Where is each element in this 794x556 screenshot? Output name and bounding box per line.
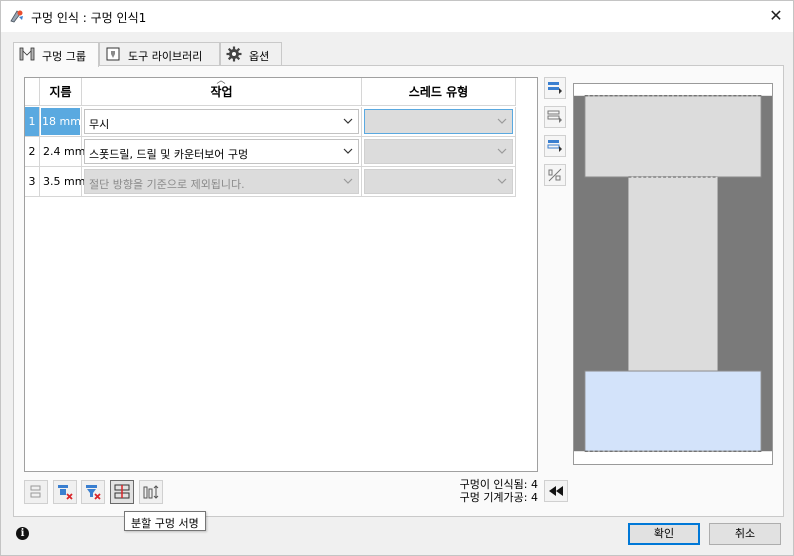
delete-filter-icon xyxy=(58,485,73,500)
row-number-header xyxy=(25,78,40,106)
operation-dropdown: 절단 방향을 기준으로 제외됩니다. xyxy=(84,169,359,194)
operation-cell: 무시 xyxy=(82,107,362,137)
operation-dropdown[interactable]: 스폿드릴, 드릴 및 카운터보어 구멍 xyxy=(84,139,359,164)
sort-up-icon: ︿ xyxy=(216,76,226,86)
bar-adjust-button[interactable] xyxy=(139,480,163,504)
rewind-icon xyxy=(549,486,563,496)
operation-header[interactable]: ︿ 작업 xyxy=(82,76,362,106)
delete-filter-button[interactable] xyxy=(53,480,77,504)
thread-dropdown xyxy=(364,169,513,194)
tab-options[interactable]: 옵션 xyxy=(220,42,282,66)
holes-machinable-count: 구멍 기계가공: 4 xyxy=(459,491,538,504)
row-number: 2 xyxy=(25,137,40,167)
diameter-cell[interactable]: 18 mm xyxy=(40,107,82,137)
chevron-down-icon xyxy=(343,178,353,184)
split-hole-signature-button[interactable] xyxy=(110,480,134,504)
thread-cell xyxy=(362,167,516,197)
thread-cell xyxy=(362,107,516,137)
hole-group-table: 지름 ︿ 작업 스레드 유형 1 18 mm 무시 2 2.4 mm 스폿드릴,… xyxy=(24,76,538,472)
diameter-cell[interactable]: 3.5 mm xyxy=(40,167,85,197)
tab-label: 옵션 xyxy=(249,50,270,63)
row-number: 3 xyxy=(25,167,40,197)
thread-dropdown xyxy=(364,139,513,164)
chevron-down-icon xyxy=(497,148,507,154)
bar-adjust-icon xyxy=(143,485,159,499)
hole-group-icon xyxy=(19,47,35,61)
tab-tool-library[interactable]: 도구 라이브러리 xyxy=(99,42,220,66)
title-bar: 구멍 인식 : 구멍 인식1 ✕ xyxy=(1,1,793,32)
close-icon[interactable]: ✕ xyxy=(767,7,785,25)
info-icon[interactable]: i xyxy=(16,527,29,540)
thread-dropdown xyxy=(364,109,513,134)
chevron-down-icon xyxy=(343,118,353,124)
counterbore-region xyxy=(584,95,762,178)
table-row[interactable]: 1 18 mm 무시 xyxy=(25,107,538,137)
operation-value: 절단 방향을 기준으로 제외됩니다. xyxy=(89,178,245,191)
row-layout-button[interactable] xyxy=(24,480,48,504)
operation-header-label: 작업 xyxy=(210,85,233,99)
chevron-down-icon xyxy=(497,178,507,184)
split-hole-signature-tooltip: 분할 구멍 서명 xyxy=(124,511,206,531)
split-rows-icon xyxy=(547,110,562,123)
holes-recognized-count: 구멍이 인식됨: 4 xyxy=(459,478,538,491)
split-hole-signature-icon xyxy=(114,484,130,499)
gear-icon xyxy=(226,46,242,62)
move-rows-icon xyxy=(547,140,562,152)
diameter-header[interactable]: 지름 xyxy=(40,78,82,106)
delete-funnel-icon xyxy=(86,485,101,500)
delete-funnel-button[interactable] xyxy=(81,480,105,504)
move-rows-button[interactable] xyxy=(544,135,566,157)
ok-button[interactable]: 확인 xyxy=(628,523,700,545)
operation-dropdown[interactable]: 무시 xyxy=(84,109,359,134)
thread-cell xyxy=(362,137,516,167)
operation-value: 무시 xyxy=(89,118,110,131)
highlighted-hole-region xyxy=(584,370,762,452)
hole-cross-section-preview xyxy=(573,83,773,465)
operation-value: 스폿드릴, 드릴 및 카운터보어 구멍 xyxy=(89,148,249,161)
chevron-down-icon xyxy=(343,148,353,154)
tab-hole-group[interactable]: 구멍 그룹 xyxy=(13,42,99,67)
tool-library-icon xyxy=(106,47,120,61)
recognition-status: 구멍이 인식됨: 4 구멍 기계가공: 4 xyxy=(421,478,538,504)
window-title: 구멍 인식 : 구멍 인식1 xyxy=(31,11,147,25)
edit-dimensions-button[interactable] xyxy=(544,164,566,186)
tab-label: 도구 라이브러리 xyxy=(128,50,203,63)
tab-label: 구멍 그룹 xyxy=(42,50,86,63)
operation-cell: 절단 방향을 기준으로 제외됩니다. xyxy=(82,167,362,197)
merge-rows-icon xyxy=(548,82,562,94)
merge-rows-button[interactable] xyxy=(544,77,566,99)
hole-recognition-icon xyxy=(10,10,23,23)
edit-dimensions-icon xyxy=(548,168,562,182)
split-rows-button[interactable] xyxy=(544,106,566,128)
chevron-down-icon xyxy=(497,118,507,124)
table-row[interactable]: 2 2.4 mm 스폿드릴, 드릴 및 카운터보어 구멍 xyxy=(25,137,538,167)
rewind-button[interactable] xyxy=(544,480,568,502)
row-number: 1 xyxy=(25,107,40,137)
table-row[interactable]: 3 3.5 mm 절단 방향을 기준으로 제외됩니다. xyxy=(25,167,538,197)
diameter-value: 18 mm xyxy=(41,108,81,135)
row-layout-icon xyxy=(30,485,41,498)
operation-cell: 스폿드릴, 드릴 및 카운터보어 구멍 xyxy=(82,137,362,167)
diameter-cell[interactable]: 2.4 mm xyxy=(40,137,85,167)
thread-header[interactable]: 스레드 유형 xyxy=(362,78,516,106)
hole-recognition-dialog: 구멍 인식 : 구멍 인식1 ✕ 구멍 그룹 도구 라이브러리 옵션 지름 ︿ … xyxy=(0,0,794,556)
cancel-button[interactable]: 취소 xyxy=(709,523,781,545)
bore-region xyxy=(628,176,718,372)
